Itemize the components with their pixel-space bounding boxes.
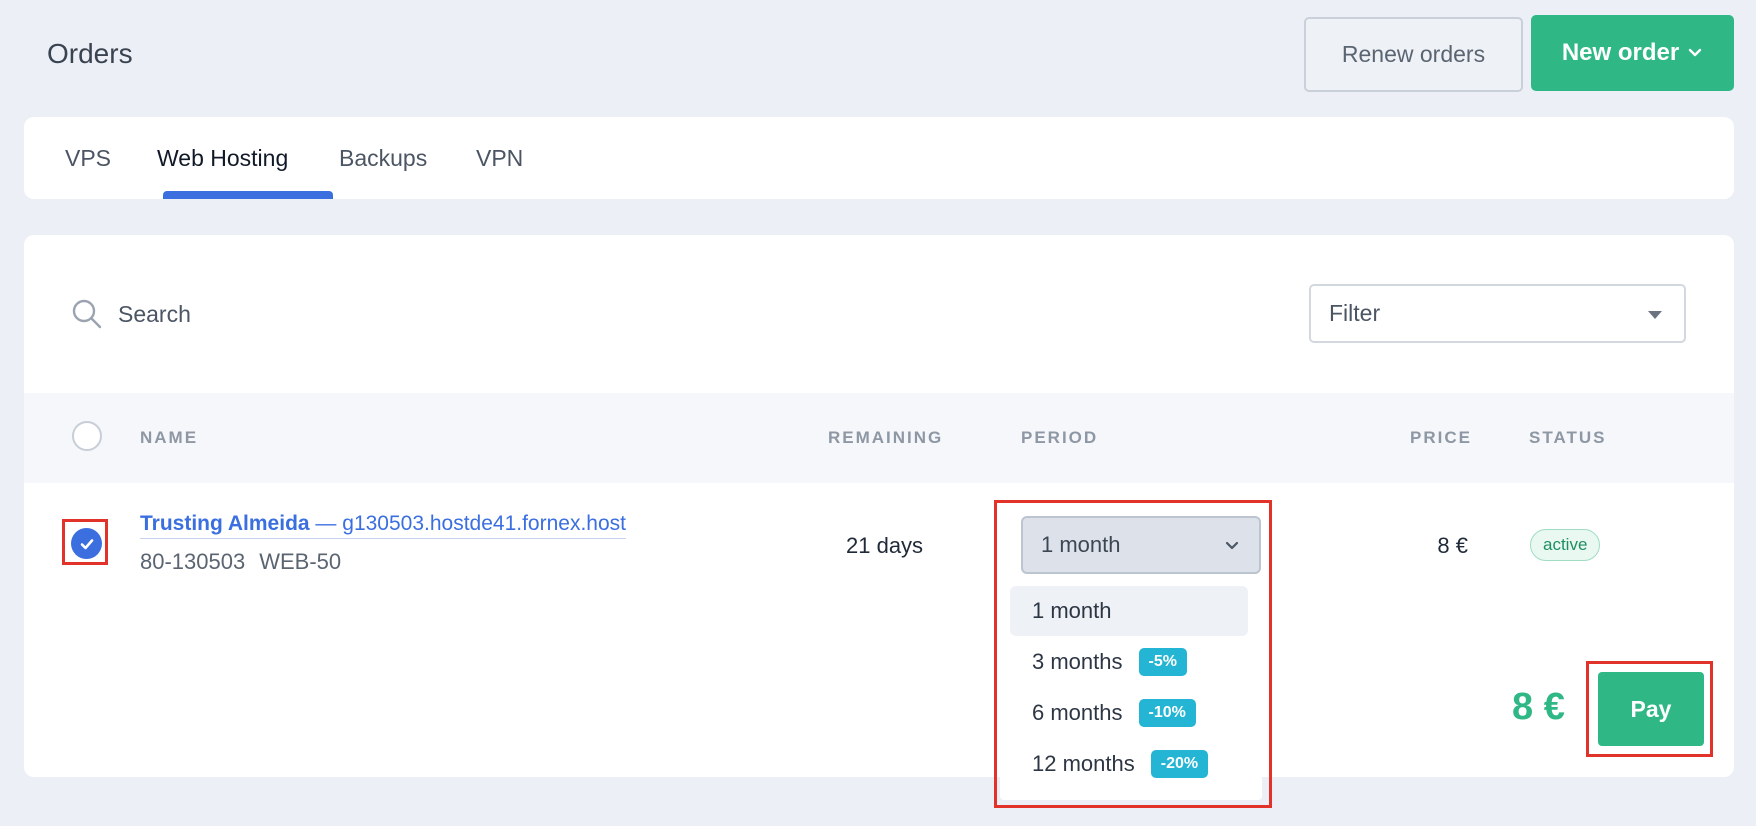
status-badge: active	[1530, 529, 1601, 561]
option-label: 3 months	[1032, 649, 1123, 674]
period-option-3-months[interactable]: 3 months -5%	[1010, 637, 1248, 687]
option-label: 1 month	[1032, 598, 1112, 623]
period-dropdown-menu: 1 month 3 months -5% 6 months -10% 12 mo…	[1000, 578, 1262, 800]
chevron-down-icon	[1225, 541, 1239, 550]
page-title: Orders	[47, 38, 133, 69]
filter-label: Filter	[1329, 300, 1381, 326]
period-select[interactable]: 1 month	[1021, 516, 1261, 574]
tabs-bar: VPS Web Hosting Backups VPN	[24, 117, 1734, 199]
option-label: 6 months	[1032, 700, 1123, 725]
price-value: 8 €	[1437, 533, 1468, 558]
check-icon	[80, 538, 93, 549]
discount-badge: -20%	[1150, 750, 1209, 778]
tab-vps[interactable]: VPS	[65, 117, 111, 199]
order-name: Trusting Almeida	[140, 512, 310, 535]
period-option-1-month[interactable]: 1 month	[1010, 586, 1248, 636]
new-order-label: New order	[1561, 39, 1680, 66]
discount-badge: -10%	[1138, 699, 1196, 727]
option-label: 12 months	[1032, 751, 1135, 776]
period-selected-value: 1 month	[1041, 532, 1121, 557]
order-id: 80-130503	[140, 549, 246, 574]
name-separator: —	[309, 512, 343, 535]
row-checkbox[interactable]	[71, 528, 102, 559]
new-order-button[interactable]: New order	[1531, 15, 1734, 91]
tab-web-hosting[interactable]: Web Hosting	[157, 117, 288, 199]
filter-select[interactable]: Filter	[1309, 284, 1686, 343]
column-status[interactable]: STATUS	[1529, 428, 1606, 448]
tab-vpn[interactable]: VPN	[476, 117, 523, 199]
remaining-value: 21 days	[846, 533, 924, 558]
order-details: 80-130503 WEB-50	[140, 549, 355, 575]
period-option-12-months[interactable]: 12 months -20%	[1010, 739, 1248, 789]
order-plan: WEB-50	[259, 549, 342, 574]
order-host: g130503.hostde41.fornex.host	[342, 512, 626, 535]
active-tab-indicator	[163, 191, 333, 199]
tab-backups[interactable]: Backups	[339, 117, 427, 199]
column-price[interactable]: PRICE	[1410, 428, 1472, 448]
search-icon	[72, 299, 102, 329]
renew-orders-button[interactable]: Renew orders	[1304, 17, 1523, 92]
column-remaining[interactable]: REMAINING	[828, 428, 943, 448]
caret-down-icon	[1648, 311, 1662, 319]
pay-button[interactable]: Pay	[1598, 672, 1704, 746]
column-period[interactable]: PERIOD	[1021, 428, 1098, 448]
column-name[interactable]: NAME	[140, 428, 198, 448]
search-input[interactable]	[118, 296, 718, 332]
chevron-down-icon	[1688, 48, 1702, 57]
total-amount: 8 €	[1512, 686, 1565, 728]
select-all-checkbox[interactable]	[72, 421, 102, 451]
order-name-link[interactable]: Trusting Almeida — g130503.hostde41.forn…	[140, 512, 626, 539]
discount-badge: -5%	[1138, 648, 1187, 676]
period-option-6-months[interactable]: 6 months -10%	[1010, 688, 1248, 738]
